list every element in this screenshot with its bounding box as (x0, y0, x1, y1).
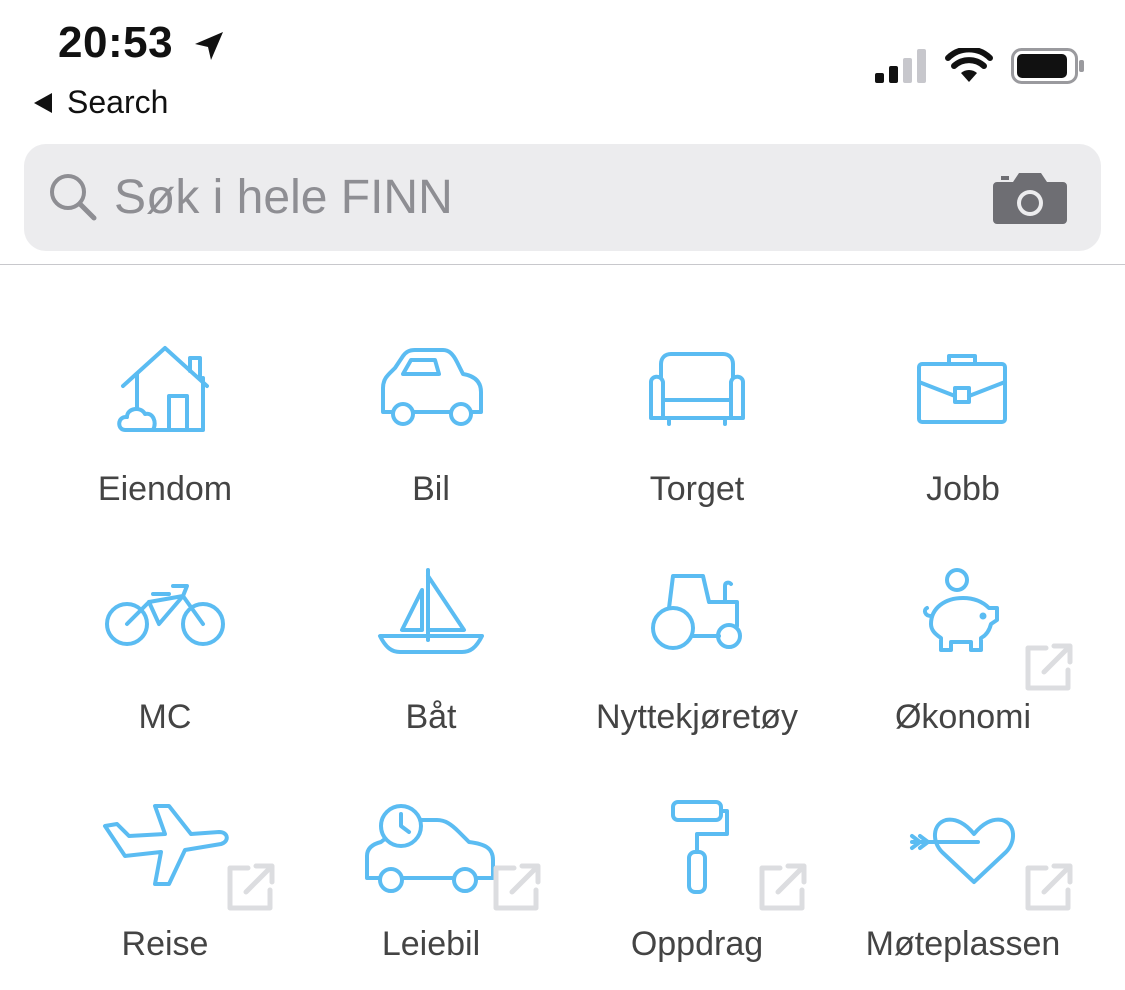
external-link-icon (493, 863, 541, 911)
category-label: Reise (121, 925, 209, 963)
rental-car-icon (365, 804, 495, 893)
camera-icon[interactable] (993, 170, 1067, 224)
category-grid: Eiendom Bil Torget Jobb MC Båt Nyttekjør… (32, 300, 1096, 990)
piggy-bank-icon (922, 568, 999, 652)
back-to-search-link[interactable]: Search (34, 84, 168, 121)
external-link-icon (1025, 863, 1073, 911)
external-link-icon (1025, 643, 1073, 691)
category-reise[interactable]: Reise (32, 760, 298, 990)
external-link-icon (759, 863, 807, 911)
cellular-signal-icon (875, 49, 926, 83)
category-leiebil[interactable]: Leiebil (298, 760, 564, 990)
category-jobb[interactable]: Jobb (830, 300, 1096, 530)
clock: 20:53 (58, 18, 174, 67)
house-icon (117, 346, 209, 432)
category-nyttekjoretoy[interactable]: Nyttekjøretøy (564, 528, 830, 758)
category-bat[interactable]: Båt (298, 528, 564, 758)
sailboat-icon (378, 568, 484, 654)
category-label: Nyttekjøretøy (595, 698, 799, 736)
category-label: Møteplassen (865, 925, 1061, 963)
category-label: Økonomi (894, 698, 1032, 736)
location-arrow-icon (195, 32, 223, 60)
airplane-icon (103, 804, 229, 886)
category-torget[interactable]: Torget (564, 300, 830, 530)
category-bil[interactable]: Bil (298, 300, 564, 530)
sofa-icon (649, 352, 745, 426)
tractor-icon (651, 574, 742, 650)
category-label: Torget (649, 470, 745, 508)
back-link-label: Search (67, 84, 169, 120)
search-bar[interactable] (24, 144, 1101, 251)
category-label: Leiebil (381, 925, 481, 963)
category-okonomi[interactable]: Økonomi (830, 528, 1096, 758)
category-label: Oppdrag (630, 925, 764, 963)
back-arrow-icon (34, 92, 52, 113)
car-icon (381, 348, 483, 426)
paint-roller-icon (671, 800, 729, 894)
battery-icon (1011, 48, 1084, 84)
category-label: Båt (405, 698, 457, 736)
heart-arrow-icon (910, 817, 1015, 884)
category-label: Eiendom (97, 470, 233, 508)
external-link-icon (227, 863, 275, 911)
category-label: Jobb (926, 470, 1000, 508)
bicycle-icon (105, 584, 225, 646)
category-label: MC (138, 698, 192, 736)
category-oppdrag[interactable]: Oppdrag (564, 760, 830, 990)
search-divider (0, 264, 1125, 265)
briefcase-icon (917, 354, 1007, 424)
system-icons (875, 48, 1085, 84)
category-eiendom[interactable]: Eiendom (32, 300, 298, 530)
search-input[interactable] (114, 166, 964, 228)
category-moteplassen[interactable]: Møteplassen (830, 760, 1096, 990)
search-icon (50, 174, 97, 221)
status-bar: 20:53 Search (0, 0, 1125, 130)
category-label: Bil (412, 470, 450, 508)
wifi-icon (945, 48, 993, 82)
category-mc[interactable]: MC (32, 528, 298, 758)
